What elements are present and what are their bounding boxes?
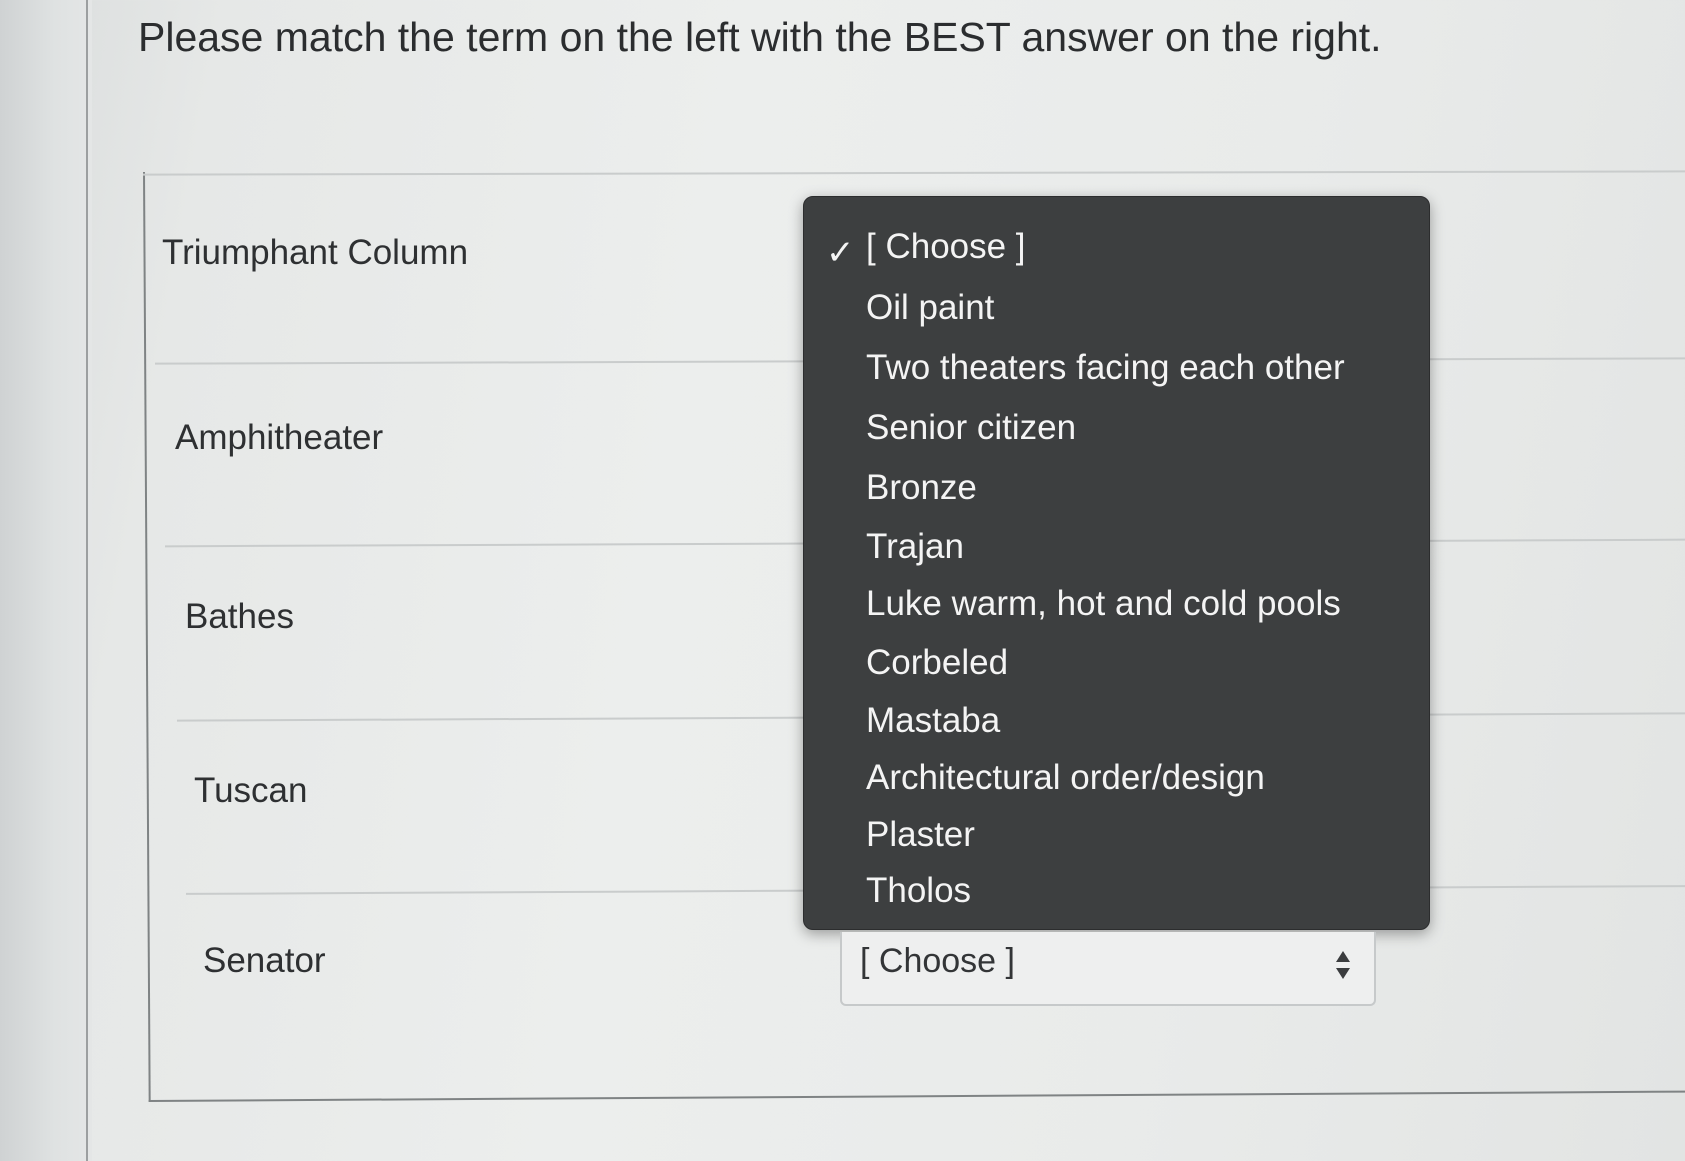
up-down-arrows-icon xyxy=(1336,951,1350,979)
term-bathes: Bathes xyxy=(185,597,294,636)
term-senator: Senator xyxy=(203,941,326,980)
dropdown-option-architectural-order[interactable]: Architectural order/design xyxy=(866,758,1265,798)
page-left-edge xyxy=(0,0,92,1161)
dropdown-option-trajan[interactable]: Trajan xyxy=(866,527,964,567)
dropdown-option-corbeled[interactable]: Corbeled xyxy=(866,643,1008,683)
term-amphitheater: Amphitheater xyxy=(175,418,384,457)
checkmark-icon: ✓ xyxy=(826,234,855,272)
page-edge-line xyxy=(86,0,88,1161)
dropdown-option-two-theaters[interactable]: Two theaters facing each other xyxy=(866,348,1345,388)
dropdown-option-pools[interactable]: Luke warm, hot and cold pools xyxy=(866,584,1341,624)
dropdown-option-tholos[interactable]: Tholos xyxy=(866,871,971,911)
dropdown-option-oil-paint[interactable]: Oil paint xyxy=(866,288,994,328)
dropdown-option-plaster[interactable]: Plaster xyxy=(866,815,975,855)
dropdown-option-senior-citizen[interactable]: Senior citizen xyxy=(866,408,1076,448)
term-tuscan: Tuscan xyxy=(194,771,308,810)
answer-select[interactable]: [ Choose ] xyxy=(840,932,1376,1006)
answer-dropdown-menu: ✓ [ Choose ] Oil paint Two theaters faci… xyxy=(803,196,1430,930)
select-value: [ Choose ] xyxy=(860,942,1015,980)
question-text: Please match the term on the left with t… xyxy=(138,14,1382,60)
dropdown-option-mastaba[interactable]: Mastaba xyxy=(866,701,1000,741)
dropdown-option-bronze[interactable]: Bronze xyxy=(866,468,977,508)
dropdown-option-choose[interactable]: [ Choose ] xyxy=(866,227,1026,267)
term-triumphant-column: Triumphant Column xyxy=(162,233,469,272)
